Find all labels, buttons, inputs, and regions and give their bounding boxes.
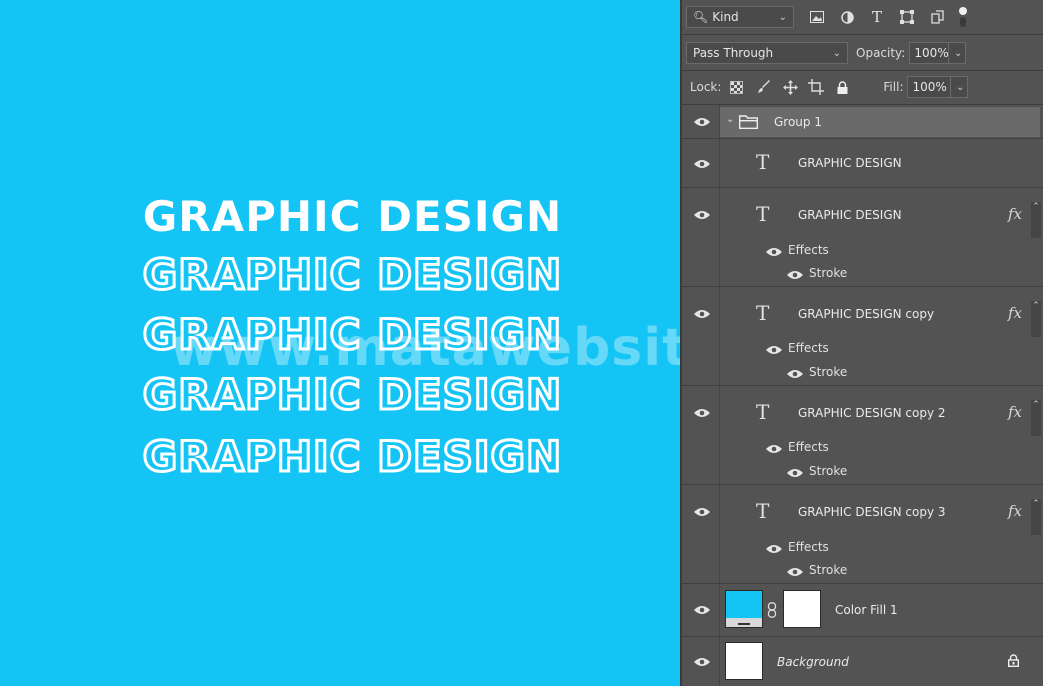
canvas-text-line-5: GRAPHIC DESIGN bbox=[141, 431, 563, 483]
fx-icon[interactable]: fx bbox=[1008, 502, 1022, 520]
chevron-up-icon[interactable]: ⌃ bbox=[1031, 301, 1041, 337]
layer-text-3[interactable]: T GRAPHIC DESIGN copy fx ⌃ Effects Strok… bbox=[682, 287, 1043, 386]
lock-transparency-icon[interactable] bbox=[725, 76, 747, 98]
stroke-visibility-eye-icon[interactable] bbox=[787, 567, 803, 577]
layer-group-1[interactable]: ⌄ Group 1 bbox=[682, 105, 1043, 139]
search-icon: 🔍︎ bbox=[693, 10, 709, 24]
lock-artboard-icon[interactable] bbox=[805, 76, 827, 98]
chain-link-icon[interactable] bbox=[767, 602, 777, 621]
effects-label: Effects bbox=[788, 243, 829, 257]
text-layer-icon: T bbox=[756, 301, 770, 325]
layer-name: GRAPHIC DESIGN bbox=[798, 208, 902, 222]
layer-background[interactable]: Background bbox=[682, 637, 1043, 686]
lock-row: Lock: Fill: 100% ⌄ bbox=[682, 70, 1043, 104]
opacity-label: Opacity: bbox=[856, 46, 906, 60]
layer-name: Background bbox=[777, 655, 849, 669]
fill-input[interactable]: 100% bbox=[907, 76, 952, 98]
chevron-up-icon[interactable]: ⌃ bbox=[1031, 400, 1041, 436]
lock-all-icon[interactable] bbox=[831, 76, 853, 98]
smart-object-filter-icon[interactable] bbox=[926, 6, 948, 28]
kind-filter-select[interactable]: 🔍︎ Kind ⌄ bbox=[686, 6, 794, 28]
text-layer-icon: T bbox=[756, 400, 770, 424]
fx-icon[interactable]: fx bbox=[1008, 205, 1022, 223]
layer-text-4[interactable]: T GRAPHIC DESIGN copy 2 fx ⌃ Effects Str… bbox=[682, 386, 1043, 485]
watermark: www.matawebsite.com bbox=[170, 318, 680, 378]
filter-row: 🔍︎ Kind ⌄ T bbox=[682, 0, 1043, 34]
color-fill-thumbnail[interactable] bbox=[725, 590, 763, 628]
lock-icon bbox=[1007, 654, 1020, 670]
lock-pixels-brush-icon[interactable] bbox=[753, 76, 775, 98]
stroke-visibility-eye-icon[interactable] bbox=[787, 369, 803, 379]
chevron-up-icon[interactable]: ⌃ bbox=[1031, 499, 1041, 535]
chevron-up-icon[interactable]: ⌃ bbox=[1031, 202, 1041, 238]
layer-name: GRAPHIC DESIGN copy bbox=[798, 307, 935, 321]
background-thumbnail[interactable] bbox=[725, 642, 763, 680]
layers-panel: 🔍︎ Kind ⌄ T Pass Through ⌄ Opacity: 100%… bbox=[680, 0, 1043, 686]
chevron-down-icon[interactable]: ⌄ bbox=[726, 114, 734, 125]
chevron-down-icon: ⌄ bbox=[778, 11, 787, 23]
text-layer-icon: T bbox=[756, 202, 770, 226]
pixel-filter-icon[interactable] bbox=[806, 6, 828, 28]
effects-visibility-eye-icon[interactable] bbox=[766, 544, 782, 554]
stroke-effect-label: Stroke bbox=[809, 464, 848, 478]
chevron-down-icon: ⌄ bbox=[832, 47, 841, 59]
document-canvas[interactable]: GRAPHIC DESIGN GRAPHIC DESIGN GRAPHIC DE… bbox=[0, 0, 680, 686]
visibility-eye-icon[interactable] bbox=[694, 210, 710, 220]
blend-mode-select[interactable]: Pass Through ⌄ bbox=[686, 42, 848, 64]
effects-label: Effects bbox=[788, 540, 829, 554]
layer-name: Color Fill 1 bbox=[835, 603, 898, 617]
fill-dropdown[interactable]: ⌄ bbox=[950, 76, 969, 98]
type-filter-icon[interactable]: T bbox=[866, 6, 888, 28]
layer-name: GRAPHIC DESIGN copy 3 bbox=[798, 505, 946, 519]
lock-label: Lock: bbox=[690, 80, 722, 94]
stroke-effect-label: Stroke bbox=[809, 365, 848, 379]
adjustment-filter-icon[interactable] bbox=[836, 6, 858, 28]
stroke-visibility-eye-icon[interactable] bbox=[787, 270, 803, 280]
text-layer-icon: T bbox=[756, 150, 770, 174]
layer-text-5[interactable]: T GRAPHIC DESIGN copy 3 fx ⌃ Effects Str… bbox=[682, 485, 1043, 584]
layer-mask-thumbnail[interactable] bbox=[783, 590, 821, 628]
visibility-eye-icon[interactable] bbox=[694, 309, 710, 319]
kind-filter-label: Kind bbox=[712, 10, 739, 24]
effects-visibility-eye-icon[interactable] bbox=[766, 247, 782, 257]
layer-text-1[interactable]: T GRAPHIC DESIGN bbox=[682, 139, 1043, 188]
stroke-effect-label: Stroke bbox=[809, 563, 848, 577]
visibility-eye-icon[interactable] bbox=[694, 159, 710, 169]
layer-name: GRAPHIC DESIGN copy 2 bbox=[798, 406, 946, 420]
folder-icon bbox=[739, 115, 758, 132]
text-layer-icon: T bbox=[756, 499, 770, 523]
layer-text-2[interactable]: T GRAPHIC DESIGN fx ⌃ Effects Stroke bbox=[682, 188, 1043, 287]
group-row-highlight bbox=[720, 107, 1040, 137]
blend-mode-value: Pass Through bbox=[693, 46, 774, 60]
filter-toggle-icon[interactable] bbox=[952, 6, 974, 28]
stroke-effect-label: Stroke bbox=[809, 266, 848, 280]
shape-filter-icon[interactable] bbox=[896, 6, 918, 28]
effects-visibility-eye-icon[interactable] bbox=[766, 444, 782, 454]
effects-visibility-eye-icon[interactable] bbox=[766, 345, 782, 355]
lock-position-move-icon[interactable] bbox=[779, 76, 801, 98]
blend-row: Pass Through ⌄ Opacity: 100% ⌄ bbox=[682, 36, 1043, 70]
chevron-down-icon: ⌄ bbox=[956, 81, 965, 93]
visibility-eye-icon[interactable] bbox=[694, 117, 710, 127]
visibility-eye-icon[interactable] bbox=[694, 408, 710, 418]
visibility-eye-icon[interactable] bbox=[694, 605, 710, 615]
fx-icon[interactable]: fx bbox=[1008, 304, 1022, 322]
effects-label: Effects bbox=[788, 440, 829, 454]
canvas-text-line-1: GRAPHIC DESIGN bbox=[142, 192, 563, 241]
fx-icon[interactable]: fx bbox=[1008, 403, 1022, 421]
chevron-down-icon: ⌄ bbox=[953, 47, 963, 59]
visibility-eye-icon[interactable] bbox=[694, 507, 710, 517]
canvas-text-line-2: GRAPHIC DESIGN bbox=[141, 249, 563, 301]
fill-label: Fill: bbox=[883, 80, 904, 94]
layer-name: GRAPHIC DESIGN bbox=[798, 156, 902, 170]
layer-name: Group 1 bbox=[774, 115, 822, 129]
effects-label: Effects bbox=[788, 341, 829, 355]
opacity-input[interactable]: 100% bbox=[909, 42, 950, 64]
layer-color-fill-1[interactable]: Color Fill 1 bbox=[682, 584, 1043, 637]
stroke-visibility-eye-icon[interactable] bbox=[787, 468, 803, 478]
opacity-dropdown[interactable]: ⌄ bbox=[948, 42, 967, 64]
visibility-eye-icon[interactable] bbox=[694, 657, 710, 667]
